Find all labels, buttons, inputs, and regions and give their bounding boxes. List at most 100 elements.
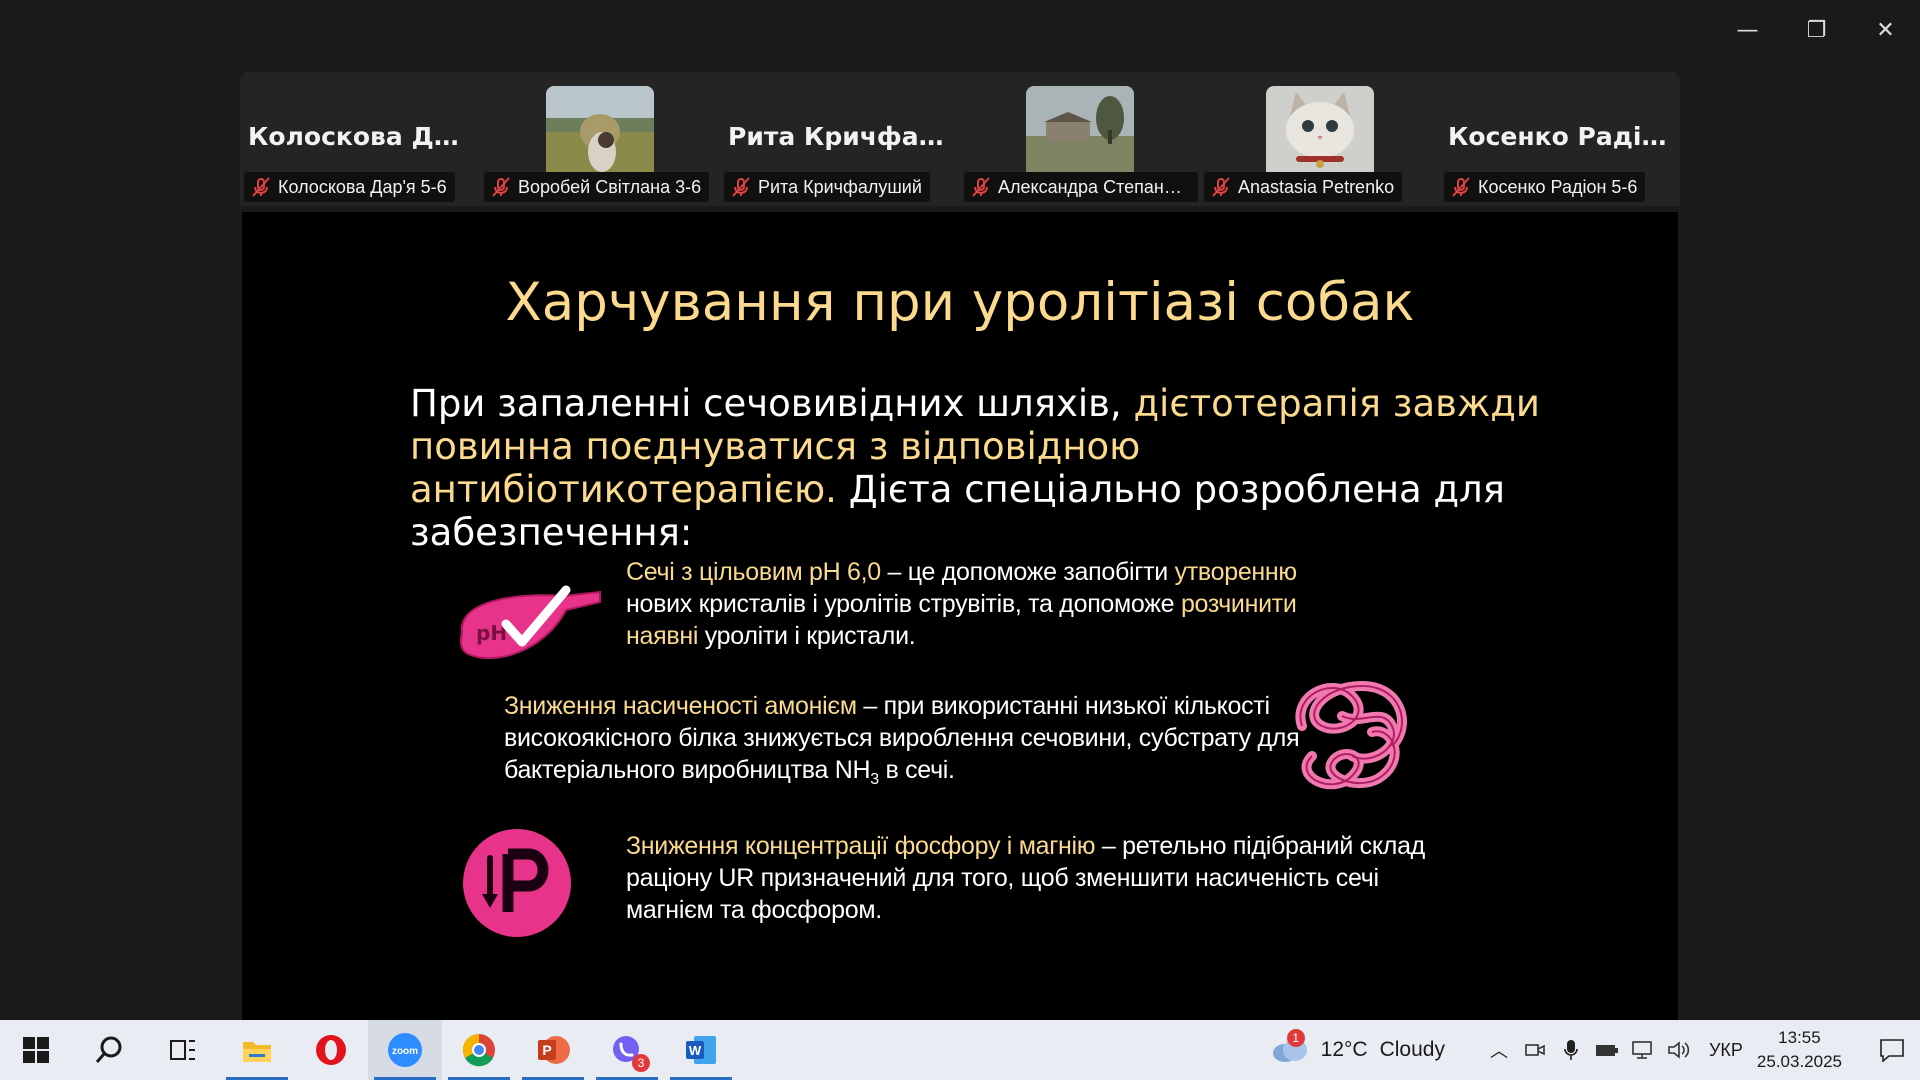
clock-time: 13:55 xyxy=(1778,1028,1821,1047)
participant-strip: Колоскова Дар... Колоскова Дар'я 5-6 Вор… xyxy=(240,72,1680,206)
battery-icon xyxy=(1595,1045,1618,1056)
start-button[interactable] xyxy=(0,1020,72,1080)
window-controls: — ❐ ✕ xyxy=(1713,0,1920,60)
phosphorus-down-icon xyxy=(463,829,571,937)
weather-badge: 1 xyxy=(1286,1029,1305,1047)
folder-icon xyxy=(243,1042,271,1062)
participant-display-name: Рита Кричфалу... xyxy=(728,122,954,151)
participant-display-name: Колоскова Дар... xyxy=(248,122,474,151)
participant-tile[interactable]: Anastasia Petrenko xyxy=(1200,72,1440,206)
battery-tray-button[interactable] xyxy=(1589,1020,1625,1080)
participant-label: Колоскова Дар'я 5-6 xyxy=(244,172,455,202)
bullet-highlight: Зниження концентрації фосфору і магнію xyxy=(626,832,1096,860)
bullet-ammonium: Зниження насиченості амонієм – при викор… xyxy=(504,690,1304,796)
participant-label: Рита Кричфалуший xyxy=(724,172,930,202)
landscape-house-photo xyxy=(1026,86,1134,172)
bullet-text: нових кристалів і уролітів струвітів, та… xyxy=(626,590,1181,618)
participant-tile[interactable]: Александра Степанен... xyxy=(960,72,1200,206)
participant-label: Anastasia Petrenko xyxy=(1204,172,1403,202)
participant-tile[interactable]: Косенко Радіо... Косенко Радіон 5-6 xyxy=(1440,72,1680,206)
participant-name: Anastasia Petrenko xyxy=(1238,176,1395,197)
participant-name: Воробей Світлана 3-6 xyxy=(518,176,702,197)
muted-mic-icon xyxy=(492,177,510,197)
task-view-button[interactable] xyxy=(146,1020,220,1080)
muted-mic-icon xyxy=(1212,177,1230,197)
word-icon: W xyxy=(686,1036,716,1064)
clock[interactable]: 13:55 25.03.2025 xyxy=(1757,1026,1842,1074)
weather-condition: Cloudy xyxy=(1379,1038,1445,1061)
camera-icon xyxy=(1525,1044,1545,1056)
close-button[interactable]: ✕ xyxy=(1851,0,1920,60)
zoom-button[interactable]: zoom xyxy=(368,1020,442,1080)
bullet-phosphorus: Зниження концентрації фосфору і магнію –… xyxy=(626,830,1466,926)
bullet-text: – це допоможе запобігти xyxy=(880,558,1175,586)
participant-video xyxy=(1026,86,1134,172)
network-icon xyxy=(1632,1041,1652,1059)
subscript: 3 xyxy=(870,771,879,788)
taskbar: zoom P 3 W 1 12°C Cloudy ︿ УКР 13:55 25.… xyxy=(0,1020,1920,1080)
powerpoint-icon: P xyxy=(538,1036,570,1064)
participant-name: Александра Степанен... xyxy=(998,176,1190,197)
participant-label: Косенко Радіон 5-6 xyxy=(1444,172,1646,202)
network-tray-button[interactable] xyxy=(1625,1020,1661,1080)
cat-photo xyxy=(1266,86,1374,172)
opera-icon xyxy=(316,1035,346,1065)
muted-mic-icon xyxy=(732,177,750,197)
search-button[interactable] xyxy=(72,1020,146,1080)
participant-video xyxy=(1266,86,1374,172)
volume-tray-button[interactable] xyxy=(1661,1020,1697,1080)
task-view-icon xyxy=(170,1040,195,1060)
opera-button[interactable] xyxy=(294,1020,368,1080)
clock-date: 25.03.2025 xyxy=(1756,1052,1842,1071)
windows-icon xyxy=(23,1037,49,1063)
participant-name: Рита Кричфалуший xyxy=(758,176,922,197)
chrome-button[interactable] xyxy=(442,1020,516,1080)
weather-temp: 12°C xyxy=(1320,1038,1368,1061)
svg-text:W: W xyxy=(689,1043,702,1058)
notification-badge: 3 xyxy=(632,1054,650,1072)
intro-text: При запаленні сечовивідних шляхів, xyxy=(410,382,1134,425)
bullet-text: уроліти і кристали. xyxy=(698,622,916,650)
speaker-icon xyxy=(1668,1041,1690,1059)
system-tray: 1 12°C Cloudy ︿ УКР 13:55 25.03.2025 xyxy=(1271,1020,1920,1080)
participant-video xyxy=(546,86,654,172)
participant-tile[interactable]: Колоскова Дар... Колоскова Дар'я 5-6 xyxy=(240,72,480,206)
participant-label: Александра Степанен... xyxy=(964,172,1198,202)
participant-tile[interactable]: Воробей Світлана 3-6 xyxy=(480,72,720,206)
minimize-button[interactable]: — xyxy=(1713,0,1782,60)
bullet-text: в сечі. xyxy=(878,756,955,784)
chevron-up-icon: ︿ xyxy=(1489,1041,1508,1061)
muted-mic-icon xyxy=(1452,177,1470,197)
notification-icon xyxy=(1880,1039,1904,1062)
restore-button[interactable]: ❐ xyxy=(1782,0,1851,60)
show-hidden-icons-button[interactable]: ︿ xyxy=(1481,1020,1517,1080)
participant-name: Косенко Радіон 5-6 xyxy=(1478,176,1638,197)
microphone-tray-button[interactable] xyxy=(1553,1020,1589,1080)
muted-mic-icon xyxy=(252,177,270,197)
muted-mic-icon xyxy=(972,177,990,197)
svg-text:zoom: zoom xyxy=(392,1046,418,1057)
participant-tile[interactable]: Рита Кричфалу... Рита Кричфалуший xyxy=(720,72,960,206)
slide-intro: При запаленні сечовивідних шляхів, дієто… xyxy=(410,382,1560,554)
field-portrait-photo xyxy=(546,86,654,172)
participant-display-name: Косенко Радіо... xyxy=(1448,122,1674,151)
notification-center-button[interactable] xyxy=(1864,1020,1920,1080)
shared-slide: Харчування при уролітіазі собак При запа… xyxy=(242,212,1678,1020)
word-button[interactable]: W xyxy=(664,1020,738,1080)
bullet-highlight: Сечі з цільовим рН 6,0 xyxy=(626,558,881,586)
participant-label: Воробей Світлана 3-6 xyxy=(484,172,710,202)
powerpoint-button[interactable]: P xyxy=(516,1020,590,1080)
file-explorer-button[interactable] xyxy=(220,1020,294,1080)
viber-button[interactable]: 3 xyxy=(590,1020,664,1080)
chrome-icon xyxy=(462,1033,495,1067)
slide-title: Харчування при уролітіазі собак xyxy=(505,272,1415,333)
camera-tray-button[interactable] xyxy=(1517,1020,1553,1080)
participant-name: Колоскова Дар'я 5-6 xyxy=(278,176,447,197)
weather-widget[interactable]: 1 12°C Cloudy xyxy=(1271,1029,1445,1063)
ph-check-icon: pH xyxy=(459,585,601,660)
protein-molecule-icon xyxy=(1295,680,1407,790)
bullet-highlight: утворенню xyxy=(1174,558,1298,586)
bullet-highlight: Зниження насиченості амонієм xyxy=(504,692,857,720)
language-indicator[interactable]: УКР xyxy=(1709,1040,1743,1061)
svg-text:P: P xyxy=(542,1042,551,1058)
